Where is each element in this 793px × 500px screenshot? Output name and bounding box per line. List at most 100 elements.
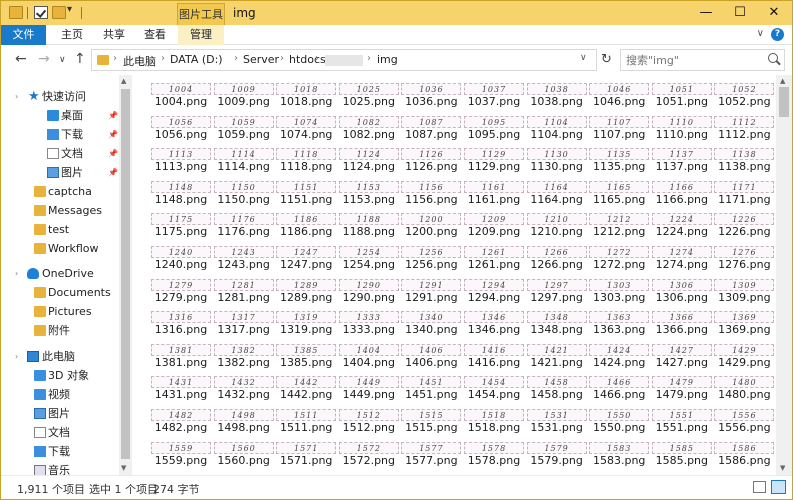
file-item[interactable]: 1577 1577.png [395,438,467,470]
file-item[interactable]: 1171 1171.png [708,177,780,209]
sidebar-scroll-thumb[interactable] [121,89,130,459]
sidebar-item[interactable]: › ★ 快速访问 [1,87,119,106]
details-view-icon[interactable] [753,481,766,493]
file-item[interactable]: 1004 1004.png [145,79,217,111]
scroll-up-icon[interactable]: ▲ [780,77,785,85]
file-item[interactable]: 1150 1150.png [208,177,280,209]
file-item[interactable]: 1512 1512.png [333,405,405,437]
help-icon[interactable]: ? [771,28,784,41]
chevron-right-icon[interactable]: › [315,53,319,64]
sidebar-item[interactable]: Workflow [1,239,119,258]
file-item[interactable]: 1224 1224.png [646,209,718,241]
tab-home[interactable]: 主页 [51,25,93,45]
properties-check-icon[interactable] [34,6,48,19]
address-bar[interactable]: › 此电脑 › DATA (D:) › Server › htdocs › › … [91,49,597,71]
file-item[interactable]: 1243 1243.png [208,242,280,274]
file-item[interactable]: 1289 1289.png [270,275,342,307]
file-item[interactable]: 1186 1186.png [270,209,342,241]
sidebar-item[interactable]: 下载 📌 [1,125,119,144]
chevron-right-icon[interactable]: › [161,53,165,64]
sidebar-item[interactable]: 图片 📌 [1,163,119,182]
file-item[interactable]: 1051 1051.png [646,79,718,111]
file-item[interactable]: 1240 1240.png [145,242,217,274]
file-item[interactable]: 1316 1316.png [145,307,217,339]
sidebar-item[interactable]: 视频 [1,385,119,404]
sidebar-item[interactable]: 附件 [1,321,119,340]
file-item[interactable]: 1124 1124.png [333,144,405,176]
address-dropdown-icon[interactable]: ∨ [580,53,587,63]
back-arrow-icon[interactable]: ← [15,51,27,67]
file-item[interactable]: 1406 1406.png [395,340,467,372]
file-item[interactable]: 1256 1256.png [395,242,467,274]
breadcrumb-redacted[interactable] [325,55,363,66]
file-item[interactable]: 1480 1480.png [708,372,780,404]
file-item[interactable]: 1261 1261.png [458,242,530,274]
file-item[interactable]: 1281 1281.png [208,275,280,307]
file-item[interactable]: 1346 1346.png [458,307,530,339]
file-item[interactable]: 1210 1210.png [521,209,593,241]
file-item[interactable]: 1166 1166.png [646,177,718,209]
file-item[interactable]: 1118 1118.png [270,144,342,176]
file-item[interactable]: 1317 1317.png [208,307,280,339]
file-item[interactable]: 1586 1586.png [708,438,780,470]
file-item[interactable]: 1583 1583.png [583,438,655,470]
file-item[interactable]: 1266 1266.png [521,242,593,274]
expand-chevron-icon[interactable]: › [15,87,18,106]
file-item[interactable]: 1135 1135.png [583,144,655,176]
file-item[interactable]: 1156 1156.png [395,177,467,209]
file-item[interactable]: 1369 1369.png [708,307,780,339]
scroll-up-icon[interactable]: ▲ [121,77,126,85]
file-item[interactable]: 1209 1209.png [458,209,530,241]
file-item[interactable]: 1511 1511.png [270,405,342,437]
file-item[interactable]: 1104 1104.png [521,112,593,144]
chevron-right-icon[interactable]: › [280,53,284,64]
file-item[interactable]: 1424 1424.png [583,340,655,372]
file-item[interactable]: 1385 1385.png [270,340,342,372]
file-item[interactable]: 1130 1130.png [521,144,593,176]
file-item[interactable]: 1107 1107.png [583,112,655,144]
file-item[interactable]: 1382 1382.png [208,340,280,372]
ribbon-expand-icon[interactable]: ∨ [757,28,764,39]
search-icon[interactable] [768,53,778,63]
file-item[interactable]: 1254 1254.png [333,242,405,274]
file-item[interactable]: 1432 1432.png [208,372,280,404]
expand-chevron-icon[interactable]: › [15,347,18,366]
file-item[interactable]: 1482 1482.png [145,405,217,437]
file-item[interactable]: 1018 1018.png [270,79,342,111]
tab-file[interactable]: 文件 [1,25,46,45]
sidebar-item[interactable]: 文档 [1,423,119,442]
file-item[interactable]: 1200 1200.png [395,209,467,241]
sidebar-item[interactable]: › OneDrive [1,264,119,283]
scroll-down-icon[interactable]: ▼ [121,464,126,472]
sidebar-item[interactable]: 音乐 [1,461,119,475]
chevron-right-icon[interactable]: › [367,53,371,64]
file-item[interactable]: 1009 1009.png [208,79,280,111]
file-item[interactable]: 1046 1046.png [583,79,655,111]
file-item[interactable]: 1429 1429.png [708,340,780,372]
pin-icon[interactable]: 📌 [108,144,118,163]
file-item[interactable]: 1095 1095.png [458,112,530,144]
breadcrumb-htdocs[interactable]: htdocs [289,53,326,66]
recent-locations-icon[interactable]: ∨ [59,55,66,65]
file-item[interactable]: 1381 1381.png [145,340,217,372]
file-item[interactable]: 1572 1572.png [333,438,405,470]
forward-arrow-icon[interactable]: → [38,51,50,67]
file-item[interactable]: 1404 1404.png [333,340,405,372]
breadcrumb-this-pc[interactable]: 此电脑 [123,53,156,69]
file-item[interactable]: 1449 1449.png [333,372,405,404]
file-item[interactable]: 1303 1303.png [583,275,655,307]
file-item[interactable]: 1556 1556.png [708,405,780,437]
file-item[interactable]: 1074 1074.png [270,112,342,144]
file-item[interactable]: 1272 1272.png [583,242,655,274]
sidebar-item[interactable]: Messages [1,201,119,220]
tab-view[interactable]: 查看 [135,25,175,45]
file-item[interactable]: 1571 1571.png [270,438,342,470]
file-item[interactable]: 1056 1056.png [145,112,217,144]
file-item[interactable]: 1550 1550.png [583,405,655,437]
file-item[interactable]: 1276 1276.png [708,242,780,274]
file-item[interactable]: 1148 1148.png [145,177,217,209]
file-item[interactable]: 1082 1082.png [333,112,405,144]
file-item[interactable]: 1578 1578.png [458,438,530,470]
sidebar-item[interactable]: 3D 对象 [1,366,119,385]
file-item[interactable]: 1036 1036.png [395,79,467,111]
